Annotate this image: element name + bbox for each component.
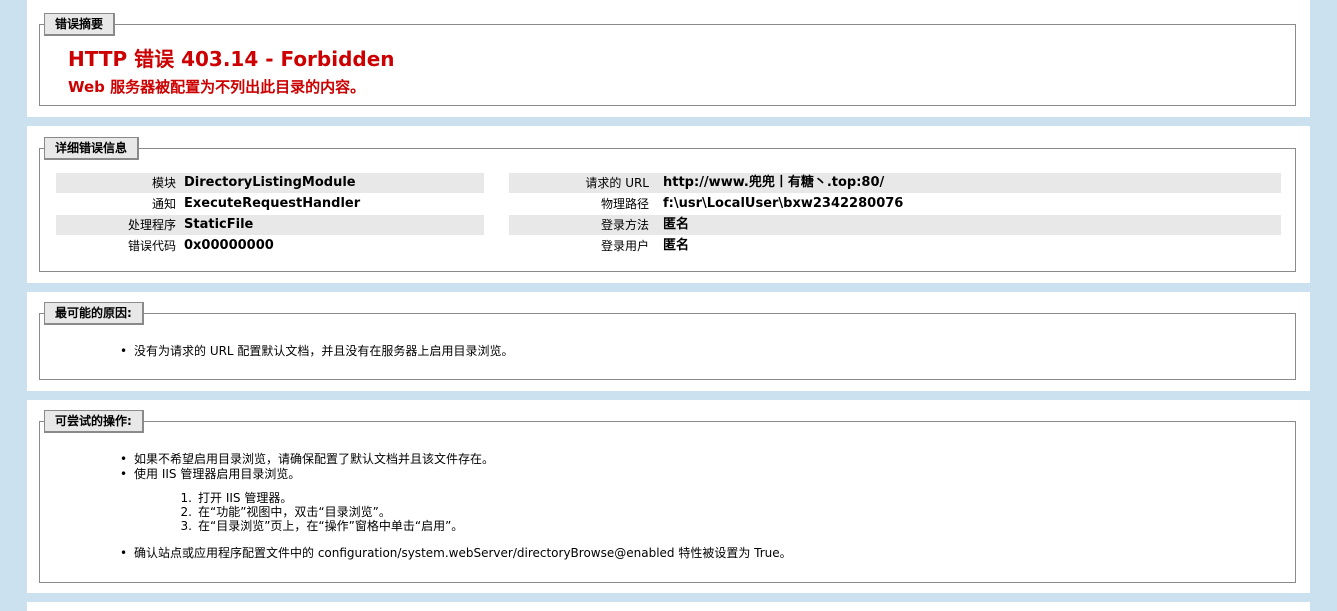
detail-value: f:\usr\LocalUser\bxw2342280076 xyxy=(663,196,904,211)
detail-row-physical-path: 物理路径 f:\usr\LocalUser\bxw2342280076 xyxy=(509,194,1281,214)
actions-list: 如果不希望启用目录浏览，请确保配置了默认文档并且该文件存在。 使用 IIS 管理… xyxy=(120,452,494,482)
causes-box: 最可能的原因: 没有为请求的 URL 配置默认文档，并且没有在服务器上启用目录浏… xyxy=(39,302,1296,380)
detail-legend: 详细错误信息 xyxy=(44,137,140,160)
detail-value: DirectoryListingModule xyxy=(184,175,356,190)
detail-row-handler: 处理程序 StaticFile xyxy=(56,215,484,235)
causes-list: 没有为请求的 URL 配置默认文档，并且没有在服务器上启用目录浏览。 xyxy=(120,344,513,359)
detail-label: 物理路径 xyxy=(600,197,649,211)
detail-value: http://www.兜兜丨有糖丶.top:80/ xyxy=(663,175,885,190)
list-item: 如果不希望启用目录浏览，请确保配置了默认文档并且该文件存在。 xyxy=(120,452,494,467)
detail-box: 详细错误信息 模块 DirectoryListingModule 通知 Exec… xyxy=(39,137,1296,272)
detail-row-module: 模块 DirectoryListingModule xyxy=(56,173,484,193)
detail-value: 匿名 xyxy=(663,238,690,253)
detail-value: 匿名 xyxy=(663,217,690,232)
actions-steps: 1. 打开 IIS 管理器。 2. 在“功能”视图中，双击“目录浏览”。 3. 在“目… xyxy=(174,491,464,533)
detail-row-notification: 通知 ExecuteRequestHandler xyxy=(56,194,484,214)
list-item: 使用 IIS 管理器启用目录浏览。 xyxy=(120,467,494,482)
step-item: 1. 打开 IIS 管理器。 xyxy=(180,491,293,505)
step-item: 3. 在“目录浏览”页上，在“操作”窗格中单击“启用”。 xyxy=(180,519,464,533)
actions-list-tail: 确认站点或应用程序配置文件中的 configuration/system.web… xyxy=(120,546,792,561)
detail-row-logon-method: 登录方法 匿名 xyxy=(509,215,1281,235)
detail-label: 登录方法 xyxy=(600,218,649,232)
error-subtitle: Web 服务器被配置为不列出此目录的内容。 xyxy=(68,78,366,96)
detail-label: 请求的 URL xyxy=(585,176,649,190)
actions-box: 可尝试的操作: 如果不希望启用目录浏览，请确保配置了默认文档并且该文件存在。 使… xyxy=(39,410,1296,583)
detail-label: 模块 xyxy=(151,176,176,190)
error-summary-legend: 错误摘要 xyxy=(44,13,116,36)
detail-value: 0x00000000 xyxy=(184,238,274,253)
detail-value: StaticFile xyxy=(184,217,254,232)
causes-panel: 最可能的原因: 没有为请求的 URL 配置默认文档，并且没有在服务器上启用目录浏… xyxy=(27,292,1310,391)
error-summary-panel: 错误摘要 HTTP 错误 403.14 - Forbidden Web 服务器被… xyxy=(27,0,1310,117)
detail-row-logon-user: 登录用户 匿名 xyxy=(509,236,1281,256)
step-item: 2. 在“功能”视图中，双击“目录浏览”。 xyxy=(180,505,391,519)
detail-label: 通知 xyxy=(151,197,176,211)
actions-panel: 可尝试的操作: 如果不希望启用目录浏览，请确保配置了默认文档并且该文件存在。 使… xyxy=(27,400,1310,593)
list-item: 没有为请求的 URL 配置默认文档，并且没有在服务器上启用目录浏览。 xyxy=(120,344,513,359)
detail-panel: 详细错误信息 模块 DirectoryListingModule 通知 Exec… xyxy=(27,126,1310,283)
actions-legend: 可尝试的操作: xyxy=(44,410,144,433)
error-summary-box: 错误摘要 HTTP 错误 403.14 - Forbidden Web 服务器被… xyxy=(39,13,1296,106)
error-title: HTTP 错误 403.14 - Forbidden xyxy=(68,47,395,71)
detail-label: 登录用户 xyxy=(600,239,649,253)
detail-label: 错误代码 xyxy=(127,239,176,253)
more-info-panel xyxy=(27,602,1310,611)
detail-value: ExecuteRequestHandler xyxy=(184,196,361,211)
detail-label: 处理程序 xyxy=(127,218,176,232)
list-item: 确认站点或应用程序配置文件中的 configuration/system.web… xyxy=(120,546,792,561)
detail-row-requested-url: 请求的 URL http://www.兜兜丨有糖丶.top:80/ xyxy=(509,173,1281,193)
causes-legend: 最可能的原因: xyxy=(44,302,144,325)
detail-row-error-code: 错误代码 0x00000000 xyxy=(56,236,484,256)
